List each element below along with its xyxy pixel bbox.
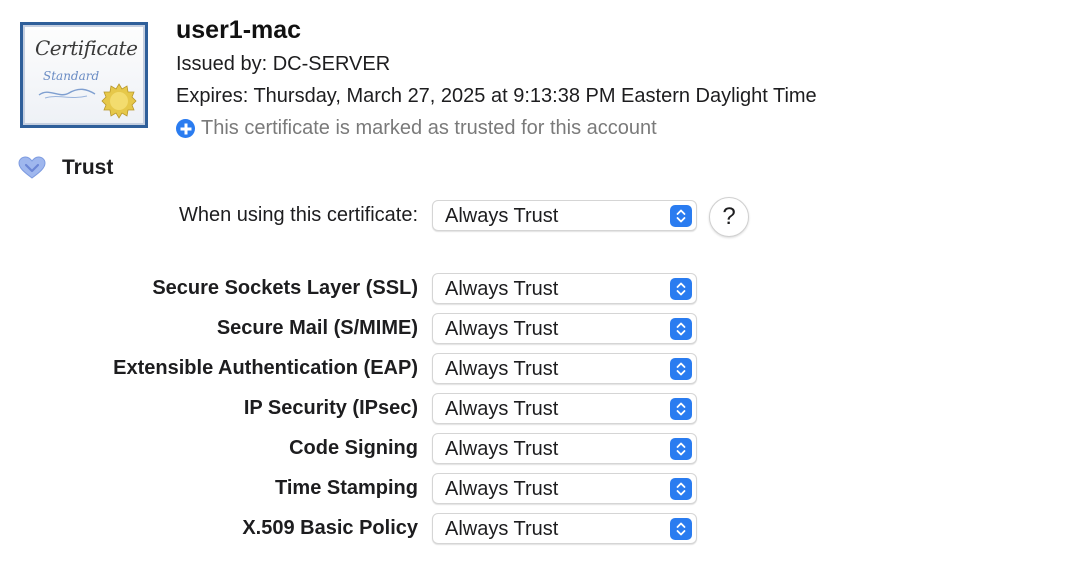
trust-heart-icon <box>18 156 46 179</box>
policy-label-time-stamping: Time Stamping <box>275 477 418 499</box>
policy-value: Always Trust <box>445 358 559 380</box>
plus-circle-icon <box>176 119 195 138</box>
trust-disclosure[interactable]: Trust <box>18 156 113 180</box>
updown-chevron-icon <box>670 205 692 227</box>
when-using-label: When using this certificate: <box>179 204 418 226</box>
policy-value: Always Trust <box>445 438 559 460</box>
policy-popup-smime[interactable]: Always Trust <box>432 313 697 344</box>
policy-value: Always Trust <box>445 478 559 500</box>
when-using-value: Always Trust <box>445 205 559 227</box>
policy-value: Always Trust <box>445 398 559 420</box>
policy-popup-code-signing[interactable]: Always Trust <box>432 433 697 464</box>
policy-popup-eap[interactable]: Always Trust <box>432 353 697 384</box>
policy-value: Always Trust <box>445 318 559 340</box>
trust-section-label: Trust <box>62 156 114 179</box>
certificate-title: user1-mac <box>176 16 302 44</box>
updown-chevron-icon <box>670 478 692 500</box>
issued-by-text: Issued by: DC-SERVER <box>176 53 391 75</box>
policy-label-code-signing: Code Signing <box>289 437 418 459</box>
policy-popup-ssl[interactable]: Always Trust <box>432 273 697 304</box>
policy-value: Always Trust <box>445 518 559 540</box>
when-using-popup[interactable]: Always Trust <box>432 200 697 231</box>
swirl-icon <box>38 88 96 99</box>
policy-popup-x509[interactable]: Always Trust <box>432 513 697 544</box>
policy-label-x509: X.509 Basic Policy <box>242 517 418 539</box>
updown-chevron-icon <box>670 398 692 420</box>
policy-label-ssl: Secure Sockets Layer (SSL) <box>152 277 418 299</box>
policy-label-ipsec: IP Security (IPsec) <box>243 397 418 419</box>
policy-popup-time-stamping[interactable]: Always Trust <box>432 473 697 504</box>
certificate-icon-subword: Standard <box>43 69 100 83</box>
updown-chevron-icon <box>670 518 692 540</box>
expires-text: Expires: Thursday, March 27, 2025 at 9:1… <box>176 85 817 107</box>
certificate-icon-face: Certificate Standard <box>23 25 145 125</box>
policy-label-eap: Extensible Authentication (EAP) <box>113 357 418 379</box>
policy-label-smime: Secure Mail (S/MIME) <box>216 317 418 339</box>
updown-chevron-icon <box>670 438 692 460</box>
updown-chevron-icon <box>670 318 692 340</box>
gold-seal-icon <box>101 83 137 119</box>
certificate-icon-word: Certificate <box>35 36 138 60</box>
trusted-status-text: This certificate is marked as trusted fo… <box>201 117 657 139</box>
help-button[interactable]: ? <box>709 197 749 237</box>
certificate-icon: Certificate Standard <box>20 22 148 128</box>
policy-popup-ipsec[interactable]: Always Trust <box>432 393 697 424</box>
trusted-status: This certificate is marked as trusted fo… <box>176 117 657 140</box>
policy-value: Always Trust <box>445 278 559 300</box>
updown-chevron-icon <box>670 278 692 300</box>
updown-chevron-icon <box>670 358 692 380</box>
